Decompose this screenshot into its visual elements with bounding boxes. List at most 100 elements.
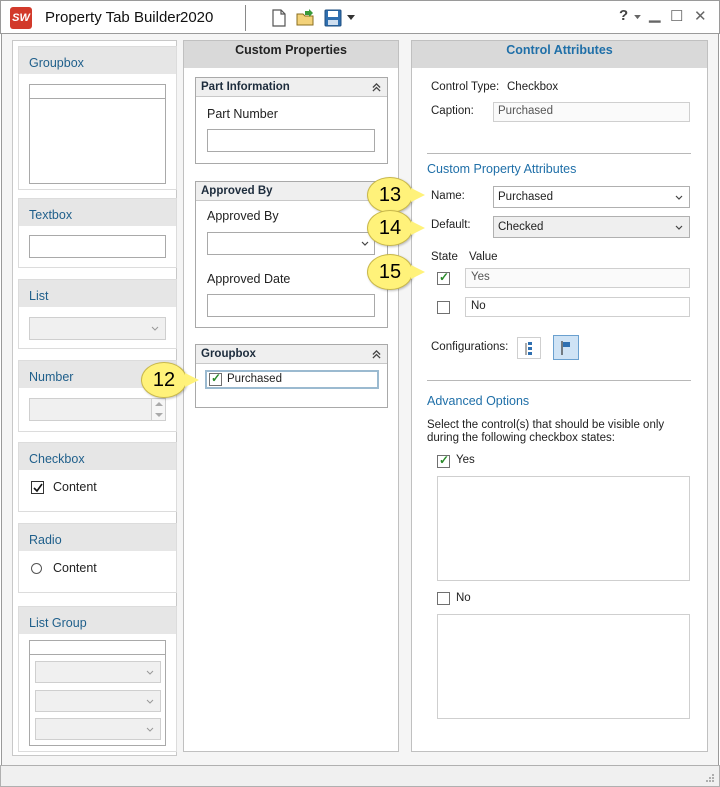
checkbox-preview-label: Content xyxy=(53,480,97,494)
palette-list-group[interactable]: List Group xyxy=(18,606,177,752)
flag-icon xyxy=(561,341,570,355)
custom-properties-header: Custom Properties xyxy=(184,41,398,68)
palette-list[interactable]: List xyxy=(18,279,177,349)
minimize-button[interactable]: ▁ xyxy=(649,5,661,23)
callout-15: 15 xyxy=(367,254,413,290)
advanced-no-checkbox[interactable] xyxy=(437,592,450,605)
save-dropdown-icon[interactable] xyxy=(347,15,355,21)
palette-groupbox[interactable]: Groupbox xyxy=(18,46,177,190)
advanced-options-title: Advanced Options xyxy=(427,394,530,408)
control-attributes-panel: Control Attributes Control Type: Checkbo… xyxy=(411,40,708,752)
control-palette: Groupbox Textbox List Number Checkbox Co… xyxy=(12,40,177,756)
palette-radio[interactable]: Radio Content xyxy=(18,523,177,593)
state-yes-value-field[interactable]: Yes xyxy=(465,268,690,288)
control-type-label: Control Type: xyxy=(431,81,500,93)
callout-15-pointer xyxy=(411,265,425,279)
help-dropdown-icon[interactable] xyxy=(634,15,641,20)
title-bar: SW Property Tab Builder 2020 ? ▁ ☐ ✕ xyxy=(0,0,720,34)
part-information-title: Part Information xyxy=(196,78,387,97)
approved-by-title: Approved By xyxy=(196,182,387,201)
default-value: Checked xyxy=(498,221,544,233)
groupbox-group[interactable]: Groupbox Purchased xyxy=(195,344,388,408)
callout-12: 12 xyxy=(141,362,187,398)
advanced-yes-checkbox[interactable] xyxy=(437,453,450,468)
palette-textbox[interactable]: Textbox xyxy=(18,198,177,268)
callout-12-pointer xyxy=(185,373,199,387)
callout-13: 13 xyxy=(367,177,413,213)
palette-radio-label: Radio xyxy=(19,524,176,551)
custom-property-attributes-title: Custom Property Attributes xyxy=(427,162,577,176)
purchased-checkbox-control[interactable]: Purchased xyxy=(205,370,379,389)
configurations-flag-button[interactable] xyxy=(553,335,579,360)
advanced-yes-label: Yes xyxy=(456,454,475,466)
configurations-label: Configurations: xyxy=(431,341,509,353)
chevron-down-icon xyxy=(146,727,154,732)
collapse-icon[interactable] xyxy=(372,350,381,359)
app-title: Property Tab Builder xyxy=(45,9,181,26)
callout-13-pointer xyxy=(411,188,425,202)
palette-checkbox[interactable]: Checkbox Content xyxy=(18,442,177,512)
status-bar xyxy=(0,765,720,787)
help-icon[interactable]: ? xyxy=(619,7,628,24)
open-folder-icon[interactable] xyxy=(295,8,315,28)
list-group-combo xyxy=(35,690,161,712)
save-icon[interactable] xyxy=(323,8,343,28)
number-preview xyxy=(29,398,166,421)
spin-up-icon xyxy=(155,402,163,406)
palette-list-label: List xyxy=(19,280,176,307)
close-button[interactable]: ✕ xyxy=(694,7,707,25)
purchased-checkbox-label: Purchased xyxy=(227,373,282,385)
state-yes-checkbox[interactable] xyxy=(437,270,450,285)
collapse-icon[interactable] xyxy=(372,83,381,92)
divider xyxy=(427,153,691,154)
palette-textbox-label: Textbox xyxy=(19,199,176,226)
configurations-list-button[interactable] xyxy=(517,337,541,359)
caption-label: Caption: xyxy=(431,105,474,117)
purchased-checkbox[interactable] xyxy=(209,371,222,386)
approved-date-field[interactable] xyxy=(207,294,375,317)
chevron-down-icon[interactable] xyxy=(675,225,683,231)
default-label: Default: xyxy=(431,219,471,231)
chevron-down-icon xyxy=(146,699,154,704)
chevron-down-icon xyxy=(151,326,159,331)
default-combo[interactable]: Checked xyxy=(493,216,690,238)
advanced-yes-list[interactable] xyxy=(437,476,690,581)
chevron-down-icon[interactable] xyxy=(675,195,683,201)
spin-down-icon xyxy=(155,413,163,417)
maximize-button[interactable]: ☐ xyxy=(670,7,683,25)
part-number-field[interactable] xyxy=(207,129,375,152)
approved-by-dropdown[interactable] xyxy=(207,232,375,255)
state-no-checkbox[interactable] xyxy=(437,301,450,314)
palette-groupbox-label: Groupbox xyxy=(19,47,176,74)
approved-date-label: Approved Date xyxy=(207,272,291,286)
custom-properties-panel: Custom Properties Part Information Part … xyxy=(183,40,399,752)
groupbox-title: Groupbox xyxy=(196,345,387,364)
callout-14-pointer xyxy=(411,221,425,235)
value-header: Value xyxy=(469,251,498,263)
radio-preview-icon xyxy=(31,563,42,574)
state-header: State xyxy=(431,251,458,263)
new-document-icon[interactable] xyxy=(269,8,289,28)
part-number-label: Part Number xyxy=(207,107,278,121)
name-value: Purchased xyxy=(498,191,553,203)
app-year: 2020 xyxy=(180,9,214,26)
caption-field[interactable]: Purchased xyxy=(493,102,690,122)
approved-by-group[interactable]: Approved By Approved By Approved Date xyxy=(195,181,388,328)
radio-preview-label: Content xyxy=(53,561,97,575)
name-combo[interactable]: Purchased xyxy=(493,186,690,208)
resize-grip-icon[interactable] xyxy=(705,773,715,783)
list-preview xyxy=(29,317,166,340)
state-no-value-field[interactable]: No xyxy=(465,297,690,317)
name-label: Name: xyxy=(431,190,465,202)
callout-14: 14 xyxy=(367,210,413,246)
palette-checkbox-label: Checkbox xyxy=(19,443,176,470)
list-group-combo xyxy=(35,718,161,740)
number-spinner xyxy=(151,399,165,420)
divider xyxy=(427,380,691,381)
groupbox-preview xyxy=(29,84,166,184)
advanced-description: Select the control(s) that should be vis… xyxy=(427,419,665,444)
part-information-group[interactable]: Part Information Part Number xyxy=(195,77,388,164)
chevron-down-icon[interactable] xyxy=(361,241,369,247)
advanced-no-list[interactable] xyxy=(437,614,690,719)
advanced-no-label: No xyxy=(456,592,471,604)
